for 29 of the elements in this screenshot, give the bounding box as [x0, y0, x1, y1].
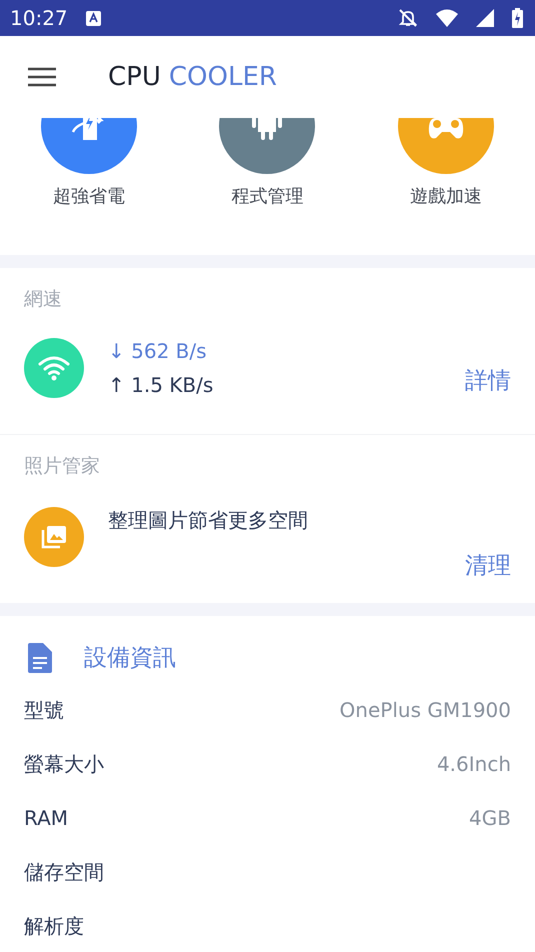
app-title: CPU — [108, 62, 161, 92]
mute-bell-icon — [398, 8, 418, 28]
document-icon — [28, 642, 52, 672]
shortcut-button[interactable]: 遊戲加速 — [386, 118, 506, 255]
info-label: 儲存空間 — [24, 858, 104, 886]
info-label: RAM — [24, 806, 68, 830]
app-title-accent: COOLER — [168, 62, 277, 92]
status-time: 10:27 — [10, 6, 68, 30]
wifi-signal-icon — [436, 9, 458, 27]
download-speed: ↓ 562 B/s — [108, 339, 208, 363]
details-link[interactable]: 詳情 — [465, 365, 511, 396]
photo-cleanup-message: 整理圖片節省更多空間 — [108, 507, 309, 534]
keyboard-notification-icon — [86, 10, 101, 26]
shortcut-button[interactable]: 程式管理 — [207, 118, 328, 255]
cell-signal-icon — [476, 9, 494, 27]
section-heading: 設備資訊 — [84, 644, 176, 673]
info-label: 螢幕大小 — [24, 750, 104, 778]
upload-speed: ↑ 1.5 KB/s — [108, 373, 214, 397]
clean-button[interactable]: 清理 — [465, 550, 511, 581]
menu-button[interactable] — [28, 67, 56, 87]
shortcut-button[interactable]: 超強省電 — [29, 118, 150, 255]
info-label: 解析度 — [24, 912, 84, 940]
info-value: 4.6Inch — [436, 752, 511, 776]
battery-charging-icon — [512, 8, 523, 28]
info-label: 型號 — [24, 696, 64, 724]
info-value: 4GB — [469, 806, 511, 830]
info-value: OnePlus GM1900 — [340, 698, 511, 722]
section-title: 網速 — [24, 287, 63, 312]
section-title: 照片管家 — [24, 454, 101, 479]
